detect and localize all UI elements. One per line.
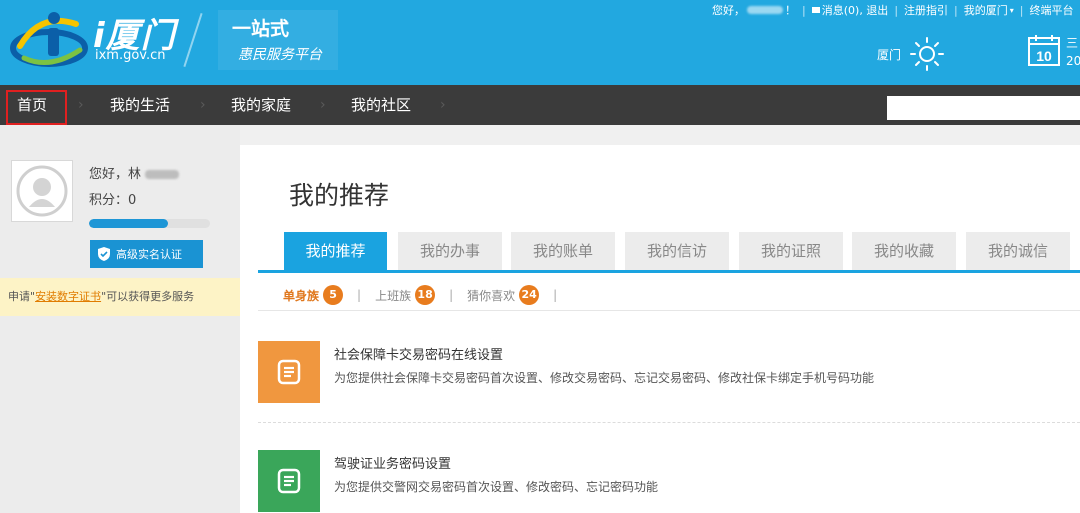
sub-tab-divider <box>258 310 1080 311</box>
date-line2: 20 <box>1066 54 1080 68</box>
logo-divider <box>183 13 203 67</box>
service-title[interactable]: 社会保障卡交易密码在线设置 <box>334 344 503 363</box>
service-icon[interactable] <box>258 341 320 403</box>
date-line1: 三 <box>1066 36 1079 50</box>
notice-prefix: 申请" <box>8 290 36 303</box>
service-description: 为您提供交警网交易密码首次设置、修改密码、忘记密码功能 <box>334 480 659 494</box>
logout-link[interactable]: 退出 <box>866 2 888 18</box>
tab-recommend[interactable]: 我的推荐 <box>284 232 387 270</box>
user-points: 积分：0 <box>89 193 137 208</box>
tab-credit[interactable]: 我的诚信 <box>966 232 1070 270</box>
calendar-day: 10 <box>1036 48 1052 64</box>
weather-city: 厦门 <box>877 48 902 62</box>
chevron-right-icon: › <box>200 97 206 113</box>
date-text: 三 20 <box>1066 34 1080 70</box>
site-url: ixm.gov.cn <box>95 48 166 63</box>
tab-certificates[interactable]: 我的证照 <box>739 232 843 270</box>
register-guide-link[interactable]: 注册指引 <box>904 2 948 18</box>
count-badge: 18 <box>415 285 436 305</box>
separator: | <box>954 3 958 17</box>
verify-button[interactable]: 高级实名认证 <box>90 240 203 268</box>
nav-item-life[interactable]: 我的生活 <box>110 85 170 125</box>
site-header: i厦门 ixm.gov.cn 一站式 惠民服务平台 您好， ！ | 消息(0) … <box>0 0 1080 85</box>
nav-item-family[interactable]: 我的家庭 <box>231 85 291 125</box>
sub-tab-label: 猜你喜欢 <box>467 288 516 303</box>
level-progress-fill <box>89 219 168 228</box>
chevron-right-icon: › <box>320 97 326 113</box>
sub-tabs: 单身族 5 | 上班族 18 | 猜你喜欢 24 | <box>283 285 571 305</box>
service-title[interactable]: 驾驶证业务密码设置 <box>334 453 451 472</box>
notice-suffix: "可以获得更多服务 <box>101 290 195 303</box>
sub-tab-label: 上班族 <box>375 288 412 303</box>
document-icon <box>277 359 301 385</box>
tab-favorites[interactable]: 我的收藏 <box>852 232 956 270</box>
nav-item-community[interactable]: 我的社区 <box>351 85 411 125</box>
sub-tab-guess-you-like[interactable]: 猜你喜欢 24 <box>467 285 540 305</box>
document-icon <box>277 468 301 494</box>
separator: | <box>449 288 454 302</box>
chevron-right-icon: › <box>78 97 84 113</box>
mail-icon <box>811 7 820 13</box>
user-greeting-text: 您好，林 <box>89 167 142 182</box>
top-links-bar: 您好， ！ | 消息(0) , 退出 | 注册指引 | 我的厦门 ▾ | 终端平… <box>712 2 1073 18</box>
certificate-notice: 申请"安装数字证书"可以获得更多服务 <box>0 278 240 316</box>
my-xiamen-link[interactable]: 我的厦门 <box>964 2 1008 18</box>
service-description: 为您提供社会保障卡交易密码首次设置、修改交易密码、忘记交易密码、修改社保卡绑定手… <box>334 371 875 385</box>
count-badge: 5 <box>323 285 344 305</box>
tab-bills[interactable]: 我的账单 <box>511 232 615 270</box>
logo-icon[interactable] <box>10 6 88 72</box>
level-progress-bar <box>89 219 210 228</box>
chevron-down-icon[interactable]: ▾ <box>1010 6 1014 15</box>
avatar[interactable] <box>11 160 73 222</box>
terminal-link[interactable]: 终端平台 <box>1029 2 1073 18</box>
count-badge: 24 <box>519 285 540 305</box>
tab-affairs[interactable]: 我的办事 <box>398 232 502 270</box>
sub-tab-label: 单身族 <box>283 288 320 303</box>
top-greeting: 您好， <box>712 4 745 17</box>
sun-icon <box>910 37 944 71</box>
search-input[interactable] <box>887 96 1080 120</box>
username-redacted <box>145 170 180 179</box>
user-greeting: 您好，林 <box>89 163 180 182</box>
separator: | <box>357 288 362 302</box>
separator: | <box>553 288 558 302</box>
separator: | <box>1019 3 1024 17</box>
verify-label: 高级实名认证 <box>116 248 182 261</box>
service-icon[interactable] <box>258 450 320 512</box>
sub-tab-single[interactable]: 单身族 5 <box>283 285 344 305</box>
separator: | <box>802 3 806 17</box>
username-redacted <box>747 6 783 14</box>
top-greeting-suffix: ！ <box>785 4 796 17</box>
comma: , <box>859 3 867 17</box>
service-divider <box>258 422 1080 423</box>
avatar-placeholder-icon <box>16 165 68 217</box>
home-highlight-box <box>6 90 67 125</box>
shield-check-icon <box>98 247 110 261</box>
sub-tab-office-worker[interactable]: 上班族 18 <box>375 285 436 305</box>
slogan-line1: 一站式 <box>232 18 290 40</box>
messages-link[interactable]: 消息(0) <box>822 2 860 18</box>
page-title: 我的推荐 <box>289 181 390 210</box>
tab-petitions[interactable]: 我的信访 <box>625 232 729 270</box>
separator: | <box>894 3 899 17</box>
calendar-icon: 10 <box>1027 34 1061 66</box>
install-certificate-link[interactable]: 安装数字证书 <box>35 290 101 303</box>
content-top-gap <box>240 125 1080 145</box>
tab-underline <box>258 270 1080 273</box>
chevron-right-icon: › <box>440 97 446 113</box>
slogan-line2: 惠民服务平台 <box>238 47 322 63</box>
user-panel: 您好，林 积分：0 高级实名认证 申请"安装数字证书"可以获得更多服务 <box>0 125 240 513</box>
